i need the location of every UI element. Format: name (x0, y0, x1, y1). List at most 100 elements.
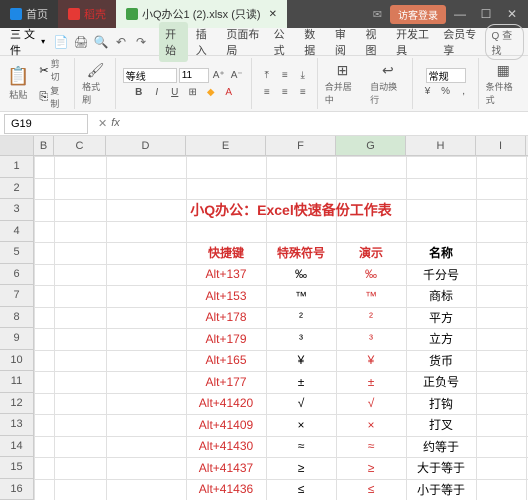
name-box[interactable]: G19 (4, 114, 88, 134)
select-all-corner[interactable] (0, 136, 34, 155)
cell-H12[interactable]: 打钩 (406, 393, 476, 415)
row-header-16[interactable]: 16 (0, 479, 33, 500)
cell-G14[interactable]: ≈ (336, 436, 406, 458)
shrink-font-button[interactable]: A⁻ (229, 67, 245, 83)
tab-dev[interactable]: 开发工具 (390, 22, 435, 62)
col-header-H[interactable]: H (406, 136, 476, 155)
cell-H8[interactable]: 平方 (406, 307, 476, 329)
align-center[interactable]: ≡ (277, 84, 293, 100)
align-mid[interactable]: ≡ (277, 67, 293, 83)
tab-insert[interactable]: 插入 (190, 22, 219, 62)
tab-review[interactable]: 审阅 (329, 22, 358, 62)
cell-G8[interactable]: ² (336, 307, 406, 329)
col-header-F[interactable]: F (266, 136, 336, 155)
row-header-4[interactable]: 4 (0, 221, 33, 243)
row-header-8[interactable]: 8 (0, 307, 33, 329)
align-bot[interactable]: ⤓ (295, 67, 311, 83)
undo-icon[interactable]: ↶ (113, 34, 129, 50)
cell-E10[interactable]: Alt+165 (186, 350, 266, 372)
grow-font-button[interactable]: A⁺ (211, 67, 227, 83)
cond-format[interactable]: ▦ 条件格式 (483, 58, 524, 109)
tab-data[interactable]: 数据 (298, 22, 327, 62)
row-header-10[interactable]: 10 (0, 350, 33, 372)
cell-F12[interactable]: √ (266, 393, 336, 415)
cell-E14[interactable]: Alt+41430 (186, 436, 266, 458)
cell-H6[interactable]: 千分号 (406, 264, 476, 286)
italic-button[interactable]: I (149, 84, 165, 100)
copy-button[interactable]: ⎘复制 (39, 84, 68, 110)
col-header-D[interactable]: D (106, 136, 186, 155)
preview-icon[interactable]: 🔍 (93, 34, 109, 50)
cell-G15[interactable]: ≥ (336, 457, 406, 479)
border-button[interactable]: ⊞ (185, 84, 201, 100)
row-header-7[interactable]: 7 (0, 285, 33, 307)
cell-G13[interactable]: × (336, 414, 406, 436)
cell-H9[interactable]: 立方 (406, 328, 476, 350)
align-left[interactable]: ≡ (259, 84, 275, 100)
close-icon[interactable]: ✕ (269, 9, 277, 20)
row-header-6[interactable]: 6 (0, 264, 33, 286)
merge-button[interactable]: ⊞ 合并居中 (322, 58, 363, 109)
row-header-3[interactable]: 3 (0, 199, 33, 221)
print-icon[interactable]: 🖨 (73, 34, 89, 50)
row-header-9[interactable]: 9 (0, 328, 33, 350)
tab-formula[interactable]: 公式 (268, 22, 297, 62)
col-header-G[interactable]: G (336, 136, 406, 155)
tab-layout[interactable]: 页面布局 (220, 22, 265, 62)
cell-F13[interactable]: × (266, 414, 336, 436)
save-icon[interactable]: 📄 (53, 34, 69, 50)
cell-F14[interactable]: ≈ (266, 436, 336, 458)
tab-vip[interactable]: 会员专享 (437, 22, 482, 62)
cell-H14[interactable]: 约等于 (406, 436, 476, 458)
col-header-C[interactable]: C (54, 136, 106, 155)
paste-group[interactable]: 📋 粘贴 (4, 58, 32, 109)
fill-button[interactable]: ◆ (203, 84, 219, 100)
row-header-11[interactable]: 11 (0, 371, 33, 393)
row-header-15[interactable]: 15 (0, 457, 33, 479)
tab-start[interactable]: 开始 (159, 22, 188, 62)
tab-docer[interactable]: 稻壳 (58, 0, 116, 28)
close-button[interactable]: ✕ (500, 2, 524, 26)
cell-G12[interactable]: √ (336, 393, 406, 415)
cut-button[interactable]: ✂剪切 (39, 57, 68, 83)
cell-F9[interactable]: ³ (266, 328, 336, 350)
size-select[interactable] (179, 68, 209, 83)
cell-H7[interactable]: 商标 (406, 285, 476, 307)
cell-F5[interactable]: 特殊符号 (266, 242, 336, 264)
tab-view[interactable]: 视图 (359, 22, 388, 62)
cell-H15[interactable]: 大于等于 (406, 457, 476, 479)
cell-F10[interactable]: ¥ (266, 350, 336, 372)
spreadsheet-grid[interactable]: BCDEFGHI 12345678910111213141516 小Q办公：Ex… (0, 136, 528, 500)
number-format[interactable] (426, 68, 466, 83)
comma-button[interactable]: , (456, 84, 472, 100)
cell-E7[interactable]: Alt+153 (186, 285, 266, 307)
cell-F6[interactable]: ‰ (266, 264, 336, 286)
redo-icon[interactable]: ↷ (133, 34, 149, 50)
cell-F16[interactable]: ≤ (266, 479, 336, 500)
align-right[interactable]: ≡ (295, 84, 311, 100)
cell-G7[interactable]: ™ (336, 285, 406, 307)
row-header-13[interactable]: 13 (0, 414, 33, 436)
align-top[interactable]: ⤒ (259, 67, 275, 83)
bold-button[interactable]: B (131, 84, 147, 100)
cell-G11[interactable]: ± (336, 371, 406, 393)
cell-F15[interactable]: ≥ (266, 457, 336, 479)
cell-G16[interactable]: ≤ (336, 479, 406, 500)
messages-icon[interactable]: ✉ (373, 8, 382, 21)
font-select[interactable] (123, 68, 177, 83)
row-header-14[interactable]: 14 (0, 436, 33, 458)
cell-F8[interactable]: ² (266, 307, 336, 329)
cell-H16[interactable]: 小于等于 (406, 479, 476, 500)
row-header-1[interactable]: 1 (0, 156, 33, 178)
col-header-E[interactable]: E (186, 136, 266, 155)
cell-F7[interactable]: ™ (266, 285, 336, 307)
fx-button[interactable]: fx (111, 117, 120, 130)
cell-E8[interactable]: Alt+178 (186, 307, 266, 329)
cell-E5[interactable]: 快捷键 (186, 242, 266, 264)
row-header-5[interactable]: 5 (0, 242, 33, 264)
row-header-2[interactable]: 2 (0, 178, 33, 200)
format-painter[interactable]: 🖌 格式刷 (79, 58, 116, 109)
font-color-button[interactable]: A (221, 84, 237, 100)
col-header-I[interactable]: I (476, 136, 526, 155)
wrap-button[interactable]: ↩ 自动换行 (367, 58, 412, 109)
